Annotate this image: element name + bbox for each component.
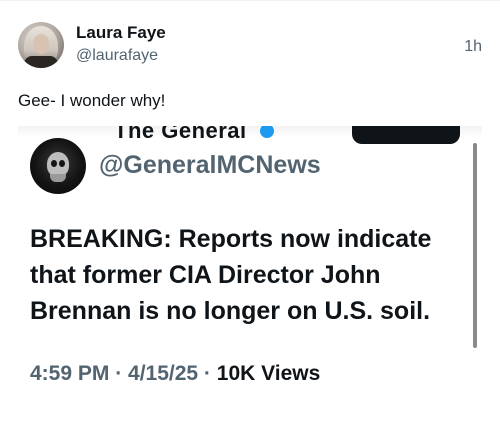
skull-eye-right: [59, 160, 65, 167]
embedded-meta-views: 10K Views: [216, 362, 321, 385]
author-name[interactable]: Laura Faye: [76, 23, 166, 43]
avatar-body: [24, 56, 58, 68]
cut-off-follow-button: [352, 126, 460, 144]
embedded-body-line: BREAKING: Reports now indicate: [30, 225, 432, 253]
embedded-meta: 4:59 PM · 4/15/25 · 10K Views: [30, 362, 320, 386]
avatar-face: [33, 34, 49, 54]
embedded-body-line: that former CIA Director John: [30, 261, 381, 289]
skull-eye-left: [51, 160, 57, 167]
cut-off-display-name: The General: [114, 126, 247, 143]
skull-avatar: [30, 138, 86, 194]
post-timestamp[interactable]: 1h: [464, 38, 482, 56]
media-scrollbar[interactable]: [473, 143, 477, 348]
embedded-meta-time: 4:59 PM · 4/15/25 ·: [30, 362, 217, 385]
embedded-body-line: Brennan is no longer on U.S. soil.: [30, 297, 431, 325]
embedded-body: BREAKING: Reports now indicate that form…: [30, 221, 460, 329]
author-avatar[interactable]: [18, 22, 64, 68]
embedded-handle: @GeneralMCNews: [99, 151, 321, 179]
author-handle[interactable]: @laurafaye: [76, 47, 158, 65]
skull-jaw: [50, 174, 66, 182]
post-text: Gee- I wonder why!: [18, 91, 166, 110]
top-divider: [0, 0, 500, 1]
embedded-screenshot[interactable]: The General @GeneralMCNews BREAKING: Rep…: [18, 126, 482, 423]
